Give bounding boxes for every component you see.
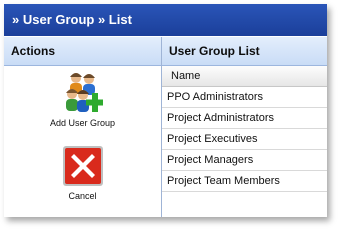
row-name: PPO Administrators — [167, 91, 263, 103]
user-group-table: PPO Administrators Project Administrator… — [162, 87, 327, 192]
table-row[interactable]: Project Team Members — [162, 171, 327, 192]
actions-header: Actions — [11, 44, 56, 58]
table-row[interactable]: Project Managers — [162, 150, 327, 171]
actions-panel: Add User Group Cancel — [4, 66, 161, 217]
add-user-group-button[interactable]: Add User Group — [4, 70, 161, 128]
row-name: Project Administrators — [167, 112, 274, 124]
user-group-list-header: User Group List — [169, 44, 260, 58]
cancel-icon — [62, 146, 103, 186]
name-column-label: Name — [171, 70, 201, 82]
add-user-group-icon — [65, 73, 103, 112]
table-row[interactable]: Project Administrators — [162, 108, 327, 129]
name-column-header[interactable]: Name — [162, 66, 327, 87]
cancel-button[interactable]: Cancel — [4, 145, 161, 201]
row-name: Project Managers — [167, 154, 254, 166]
cancel-label: Cancel — [68, 191, 97, 201]
add-user-group-label: Add User Group — [49, 118, 116, 128]
row-name: Project Executives — [167, 133, 258, 145]
window-frame: » User Group » List Actions User Group L… — [4, 4, 327, 217]
title-bar: » User Group » List — [4, 4, 327, 36]
table-row[interactable]: PPO Administrators — [162, 87, 327, 108]
breadcrumb: » User Group » List — [12, 12, 132, 27]
row-name: Project Team Members — [167, 175, 280, 187]
table-row[interactable]: Project Executives — [162, 129, 327, 150]
